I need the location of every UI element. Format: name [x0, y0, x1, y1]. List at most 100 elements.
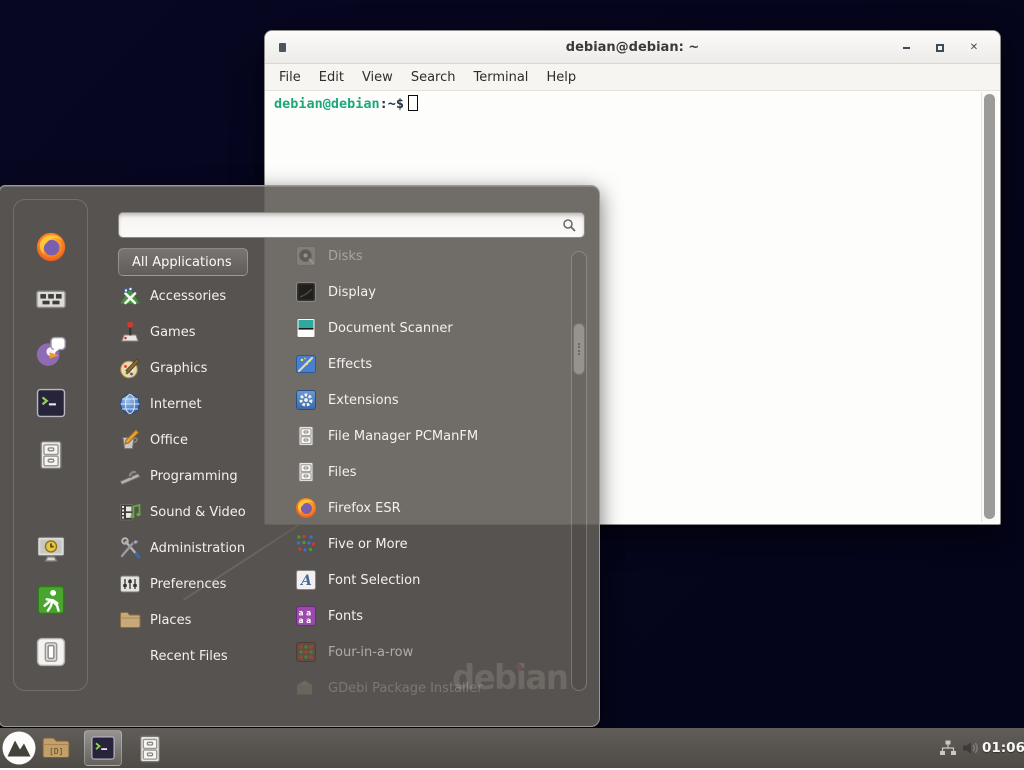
menu-scrollbar-track[interactable]	[571, 251, 587, 691]
taskbar-terminal-active[interactable]	[84, 730, 122, 766]
extensions-gear-icon	[294, 388, 318, 412]
firefox-launcher-icon[interactable]	[34, 230, 68, 264]
terminal-titlebar-icon	[279, 43, 286, 52]
category-administration[interactable]: Administration	[118, 530, 268, 566]
app-label: Extensions	[328, 393, 399, 408]
effects-icon	[294, 352, 318, 376]
shell-prompt: debian@debian:~$	[274, 95, 418, 112]
prompt-path: :~$	[380, 96, 404, 112]
terminal-icon	[89, 734, 117, 762]
display-icon	[294, 280, 318, 304]
terminal-cursor	[408, 95, 418, 111]
category-graphics[interactable]: Graphics	[118, 350, 268, 386]
clock[interactable]: 01:06	[982, 728, 1024, 768]
terminal-titlebar[interactable]: debian@debian: ~ ✕	[265, 31, 1000, 64]
terminal-scrollbar-track[interactable]	[981, 92, 997, 522]
category-label: Graphics	[150, 361, 207, 376]
app-label: Four-in-a-row	[328, 645, 413, 660]
recent-files-icon-spacer	[118, 644, 142, 668]
pidgin-launcher-icon[interactable]	[34, 334, 68, 368]
minimize-icon	[903, 47, 910, 49]
category-games[interactable]: Games	[118, 314, 268, 350]
category-label: Preferences	[150, 577, 226, 592]
close-button[interactable]: ✕	[968, 42, 980, 54]
app-gdebi-package-installer[interactable]: GDebi Package Installer	[294, 670, 556, 706]
programming-icon	[118, 464, 142, 488]
menu-view[interactable]: View	[353, 66, 402, 89]
app-display[interactable]: Display	[294, 274, 556, 310]
menu-scrollbar-thumb[interactable]	[573, 323, 585, 375]
file-cabinet-icon	[294, 460, 318, 484]
administration-icon	[118, 536, 142, 560]
category-places[interactable]: Places	[118, 602, 268, 638]
shutdown-icon[interactable]	[34, 635, 68, 669]
app-effects[interactable]: Effects	[294, 346, 556, 382]
sound-video-icon	[118, 500, 142, 524]
app-fonts[interactable]: a aa aFonts	[294, 598, 556, 634]
category-label: Games	[150, 325, 195, 340]
app-font-selection[interactable]: AFont Selection	[294, 562, 556, 598]
menu-terminal[interactable]: Terminal	[464, 66, 537, 89]
menu-file[interactable]: File	[270, 66, 310, 89]
svg-text:[D]: [D]	[49, 747, 63, 756]
app-firefox-esr[interactable]: Firefox ESR	[294, 490, 556, 526]
internet-icon	[118, 392, 142, 416]
app-label: Firefox ESR	[328, 501, 401, 516]
category-sound-video[interactable]: Sound & Video	[118, 494, 268, 530]
category-accessories[interactable]: Accessories	[118, 278, 268, 314]
menu-search[interactable]: Search	[402, 66, 465, 89]
preferences-icon	[118, 572, 142, 596]
disks-icon	[294, 244, 318, 268]
file-cabinet-icon	[294, 424, 318, 448]
file-manager-launcher-icon[interactable]	[34, 438, 68, 472]
svg-text:a a: a a	[299, 616, 312, 625]
taskbar-file-manager-icon[interactable]: [D]	[40, 732, 72, 764]
category-label: Places	[150, 613, 191, 628]
category-recent-files[interactable]: Recent Files	[118, 638, 268, 674]
close-icon: ✕	[970, 42, 978, 53]
terminal-scrollbar-thumb[interactable]	[984, 94, 995, 519]
minimize-button[interactable]	[900, 42, 912, 54]
app-file-manager-pcmanfm[interactable]: File Manager PCManFM	[294, 418, 556, 454]
category-internet[interactable]: Internet	[118, 386, 268, 422]
app-label: Five or More	[328, 537, 408, 552]
fonts-icon: a aa a	[294, 604, 318, 628]
logout-icon[interactable]	[34, 583, 68, 617]
document-scanner-icon	[294, 316, 318, 340]
app-disks[interactable]: Disks	[294, 238, 556, 274]
terminal-menubar: File Edit View Search Terminal Help	[265, 64, 1000, 91]
category-label: Programming	[150, 469, 238, 484]
application-menu: All Applications Accessories Games Graph…	[0, 185, 600, 727]
software-launcher-icon[interactable]	[34, 282, 68, 316]
app-extensions[interactable]: Extensions	[294, 382, 556, 418]
app-document-scanner[interactable]: Document Scanner	[294, 310, 556, 346]
app-four-in-a-row[interactable]: Four-in-a-row	[294, 634, 556, 670]
five-or-more-icon	[294, 532, 318, 556]
font-selection-icon: A	[294, 568, 318, 592]
menu-help[interactable]: Help	[537, 66, 585, 89]
category-programming[interactable]: Programming	[118, 458, 268, 494]
app-label: Files	[328, 465, 357, 480]
category-preferences[interactable]: Preferences	[118, 566, 268, 602]
taskbar: [D] 01:06	[0, 728, 1024, 768]
menu-button[interactable]	[1, 730, 37, 766]
all-applications-button[interactable]: All Applications	[118, 248, 248, 276]
maximize-button[interactable]	[934, 42, 946, 54]
lock-screen-icon[interactable]	[34, 532, 68, 566]
svg-text:A: A	[299, 573, 312, 589]
app-five-or-more[interactable]: Five or More	[294, 526, 556, 562]
network-icon[interactable]	[938, 738, 958, 758]
category-label: Accessories	[150, 289, 226, 304]
app-label: Display	[328, 285, 376, 300]
category-label: Recent Files	[150, 649, 228, 664]
menu-search-input[interactable]	[119, 213, 561, 237]
app-label: Document Scanner	[328, 321, 453, 336]
volume-icon[interactable]	[960, 738, 980, 758]
menu-edit[interactable]: Edit	[310, 66, 353, 89]
taskbar-files-icon[interactable]	[134, 733, 166, 765]
favorites-column	[13, 199, 88, 691]
category-office[interactable]: Office	[118, 422, 268, 458]
app-files[interactable]: Files	[294, 454, 556, 490]
menu-search-box	[118, 212, 585, 238]
terminal-launcher-icon[interactable]	[34, 386, 68, 420]
